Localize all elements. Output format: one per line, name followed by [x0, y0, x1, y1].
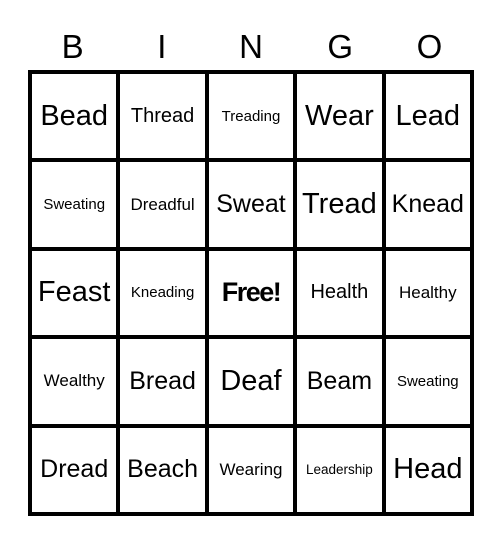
header-letter-n: N: [239, 28, 263, 65]
bingo-cell[interactable]: Wearing: [206, 425, 296, 514]
bingo-cell[interactable]: Health: [295, 248, 384, 338]
bingo-cell[interactable]: Bread: [118, 337, 207, 426]
bingo-cell[interactable]: Thread: [118, 72, 207, 161]
bingo-cell[interactable]: Wear: [295, 72, 384, 161]
free-space-cell[interactable]: Free!: [206, 248, 296, 338]
bingo-cell[interactable]: Sweat: [206, 160, 296, 249]
bingo-cell[interactable]: Kneading: [118, 248, 207, 338]
bingo-cell[interactable]: Head: [383, 425, 472, 514]
bingo-cell[interactable]: Healthy: [383, 248, 472, 338]
bingo-cell[interactable]: Deaf: [206, 337, 296, 426]
header-letter-g: G: [327, 28, 354, 65]
bingo-cell[interactable]: Lead: [383, 72, 472, 161]
bingo-cell[interactable]: Bead: [30, 72, 119, 161]
bingo-cell[interactable]: Leadership: [295, 425, 384, 514]
bingo-cell[interactable]: Beam: [295, 337, 384, 426]
bingo-cell[interactable]: Feast: [30, 248, 119, 338]
bingo-cell[interactable]: Dread: [30, 425, 119, 514]
bingo-cell[interactable]: Tread: [295, 160, 384, 249]
bingo-cell[interactable]: Treading: [206, 72, 296, 161]
bingo-cell[interactable]: Knead: [383, 160, 472, 249]
bingo-cell[interactable]: Sweating: [383, 337, 472, 426]
bingo-card-grid: Bead Thread Treading Wear Lead Sweating …: [28, 70, 474, 516]
bingo-header: B I N G O: [28, 27, 474, 67]
bingo-cell[interactable]: Dreadful: [118, 160, 207, 249]
bingo-cell[interactable]: Sweating: [30, 160, 119, 249]
bingo-cell[interactable]: Beach: [118, 425, 207, 514]
header-letter-o: O: [416, 28, 443, 65]
header-letter-i: I: [157, 28, 167, 65]
header-letter-b: B: [61, 28, 84, 65]
bingo-cell[interactable]: Wealthy: [30, 337, 119, 426]
